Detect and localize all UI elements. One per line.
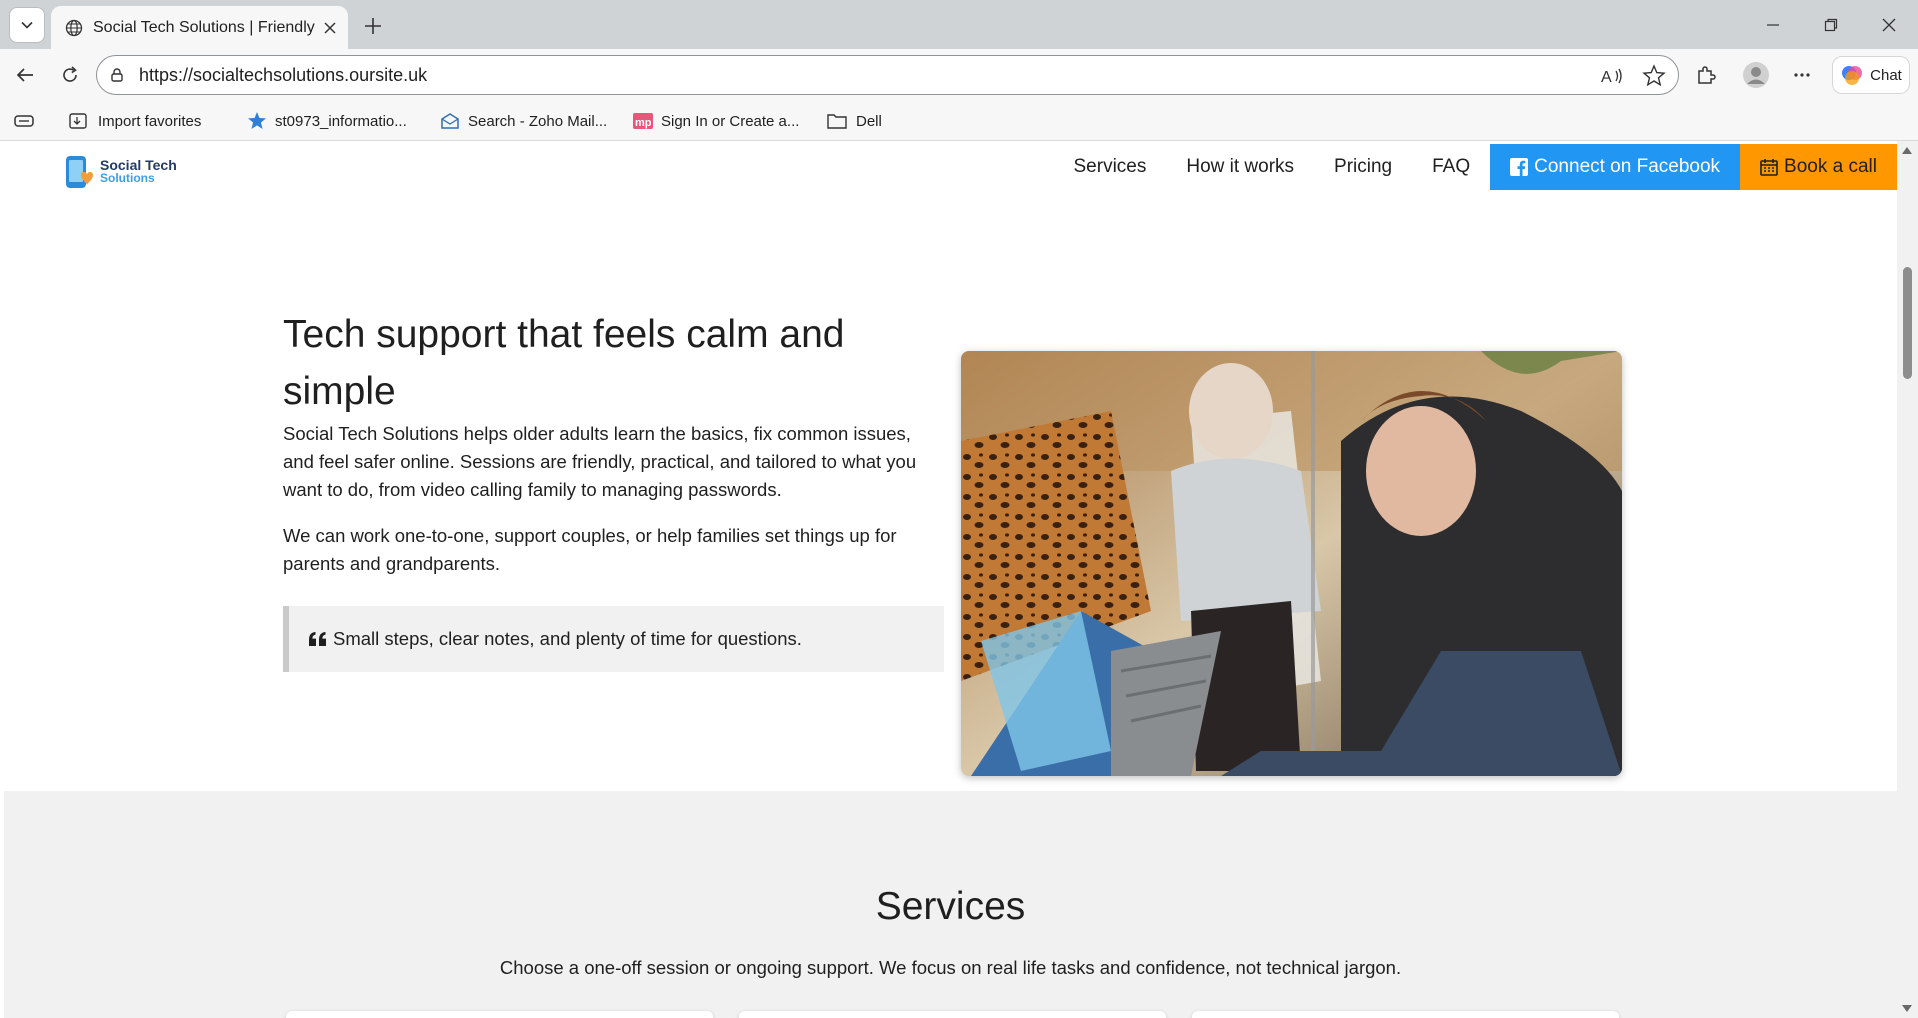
profile-button[interactable] — [1740, 59, 1772, 91]
tab-list-button[interactable] — [9, 7, 45, 43]
calendar-icon — [1760, 159, 1778, 176]
hero-paragraph-1: Social Tech Solutions helps older adults… — [283, 423, 917, 500]
favorite-st0973[interactable]: st0973_informatio... — [247, 109, 407, 133]
service-card[interactable] — [739, 1011, 1166, 1018]
facebook-icon — [1510, 158, 1529, 176]
chat-label: Chat — [1870, 66, 1902, 84]
mail-icon — [441, 113, 459, 129]
import-icon — [69, 113, 87, 129]
minimize-button[interactable] — [1744, 0, 1802, 49]
nav-pricing[interactable]: Pricing — [1314, 144, 1412, 190]
nav-services[interactable]: Services — [1054, 144, 1167, 190]
window-controls — [1744, 0, 1918, 49]
favorites-bar: Import favorites st0973_informatio... Se… — [0, 101, 1918, 141]
tab-strip: Social Tech Solutions | Friendly tech — [0, 0, 1918, 49]
copilot-icon — [1842, 66, 1863, 85]
site-info-icon[interactable] — [109, 67, 125, 83]
hero-section: Tech support that feels calm and simple … — [4, 208, 1897, 791]
restore-icon — [1824, 18, 1838, 31]
services-section: Services Choose a one-off session or ong… — [4, 791, 1897, 1018]
favorite-label: Dell — [856, 112, 882, 130]
services-subtitle: Choose a one-off session or ongoing supp… — [499, 957, 1402, 978]
facebook-button-label: Connect on Facebook — [1534, 156, 1721, 177]
avatar-icon — [1743, 62, 1769, 88]
site-logo[interactable]: Social Tech Solutions — [62, 153, 177, 191]
favorite-import[interactable]: Import favorites — [68, 109, 201, 133]
scroll-up-icon[interactable] — [1902, 147, 1912, 154]
back-button[interactable] — [10, 60, 40, 90]
hero-title: Tech support that feels calm and simple — [283, 313, 845, 413]
more-options-button[interactable] — [1786, 59, 1818, 91]
collections-icon — [14, 115, 34, 127]
address-bar[interactable]: A — [96, 55, 1679, 95]
connect-facebook-button[interactable]: Connect on Facebook — [1490, 144, 1741, 190]
services-title: Services — [875, 885, 1026, 928]
svg-text:A: A — [1601, 69, 1612, 86]
extensions-button[interactable] — [1690, 59, 1722, 91]
svg-text:mp: mp — [635, 117, 652, 129]
page-scrollbar[interactable] — [1897, 141, 1918, 1018]
logo-line-2: Solutions — [100, 171, 155, 185]
scrollbar-thumb[interactable] — [1903, 267, 1912, 379]
more-dots-icon — [1794, 73, 1810, 77]
favorite-zoho-mail[interactable]: Search - Zoho Mail... — [440, 109, 607, 133]
new-tab-button[interactable] — [360, 13, 386, 39]
address-actions: A — [1598, 62, 1668, 90]
star-badge-icon — [248, 112, 266, 129]
favorite-label: Import favorites — [98, 112, 202, 130]
read-aloud-icon[interactable]: A — [1598, 62, 1626, 90]
hero-photo-illustration — [961, 351, 1622, 776]
mp-icon: mp — [633, 113, 653, 129]
puzzle-icon — [1698, 66, 1716, 84]
url-input[interactable] — [139, 64, 1439, 86]
hero-paragraph-2: We can work one-to-one, support couples,… — [283, 525, 897, 574]
close-icon — [1882, 18, 1896, 31]
site-header: Social Tech Solutions Services How it wo… — [4, 141, 1897, 208]
browser-tab[interactable]: Social Tech Solutions | Friendly tech — [51, 6, 348, 49]
globe-icon — [65, 19, 83, 36]
refresh-button[interactable] — [55, 60, 85, 90]
folder-icon — [827, 114, 847, 129]
chevron-down-icon — [21, 21, 33, 29]
hero-photo — [961, 351, 1622, 776]
hero-quote: Small steps, clear notes, and plenty of … — [283, 606, 944, 672]
page-viewport: Social Tech Solutions Services How it wo… — [4, 141, 1897, 1018]
book-call-button[interactable]: Book a call — [1740, 144, 1897, 190]
favorite-dell-folder[interactable]: Dell — [826, 109, 882, 133]
quote-icon — [309, 632, 326, 646]
favorite-label: st0973_informatio... — [275, 112, 407, 130]
phone-heart-logo-icon — [66, 156, 93, 188]
favorite-label: Search - Zoho Mail... — [468, 112, 608, 130]
nav-how-it-works[interactable]: How it works — [1166, 144, 1314, 190]
favorites-menu-button[interactable] — [13, 109, 35, 133]
book-button-label: Book a call — [1784, 156, 1877, 177]
favorite-star-icon[interactable] — [1640, 62, 1668, 90]
service-card[interactable] — [1192, 1011, 1619, 1018]
close-tab-icon[interactable] — [322, 20, 338, 36]
tab-title: Social Tech Solutions | Friendly tech — [93, 18, 318, 36]
plus-icon — [365, 18, 381, 34]
close-window-button[interactable] — [1860, 0, 1918, 49]
copilot-chat-button[interactable]: Chat — [1832, 56, 1910, 94]
site-nav: Services How it works Pricing FAQ Connec… — [1054, 144, 1897, 190]
scroll-down-icon[interactable] — [1902, 1005, 1912, 1012]
favorite-sign-in[interactable]: mp Sign In or Create a... — [633, 109, 799, 133]
browser-toolbar: A Chat — [0, 49, 1918, 101]
service-card[interactable] — [286, 1011, 713, 1018]
refresh-icon — [63, 66, 77, 82]
nav-faq[interactable]: FAQ — [1412, 144, 1490, 190]
logo-text: Social Tech Solutions — [100, 158, 177, 185]
restore-button[interactable] — [1802, 0, 1860, 49]
arrow-left-icon — [16, 68, 33, 82]
favorite-label: Sign In or Create a... — [661, 112, 800, 130]
minimize-icon — [1767, 23, 1779, 26]
quote-text: Small steps, clear notes, and plenty of … — [333, 628, 802, 649]
